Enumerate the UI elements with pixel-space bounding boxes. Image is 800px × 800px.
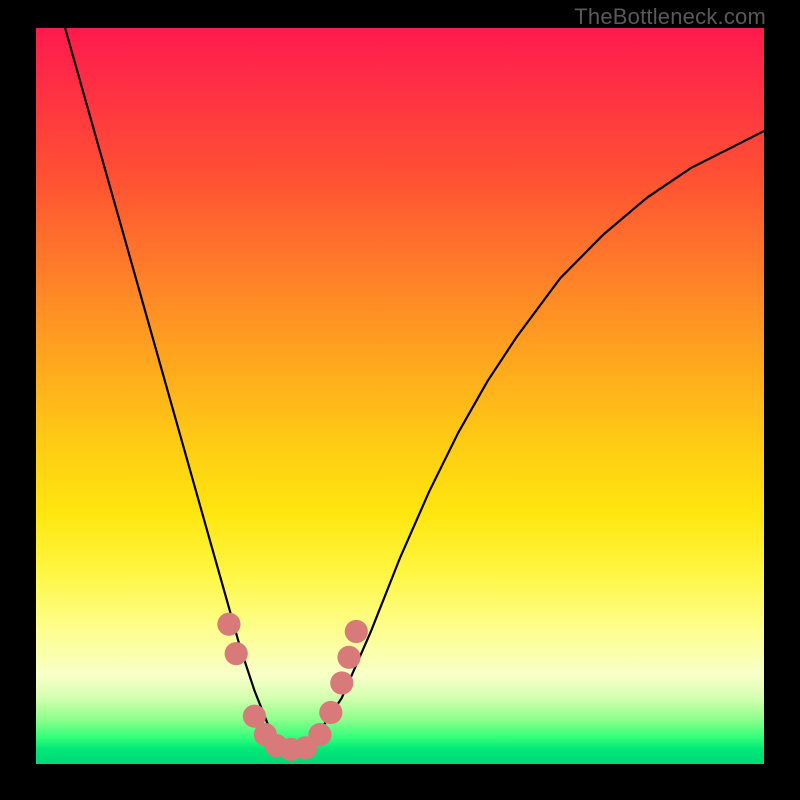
curve-marker	[337, 646, 360, 669]
attribution-text: TheBottleneck.com	[574, 4, 766, 30]
curve-marker	[330, 671, 353, 694]
curve-marker	[217, 613, 240, 636]
chart-svg	[36, 28, 764, 764]
curve-marker	[345, 620, 368, 643]
curve-marker	[225, 642, 248, 665]
chart-frame: TheBottleneck.com	[0, 0, 800, 800]
bottleneck-curve-line	[65, 28, 764, 749]
curve-marker	[308, 723, 331, 746]
curve-markers	[217, 613, 368, 761]
curve-marker	[319, 701, 342, 724]
